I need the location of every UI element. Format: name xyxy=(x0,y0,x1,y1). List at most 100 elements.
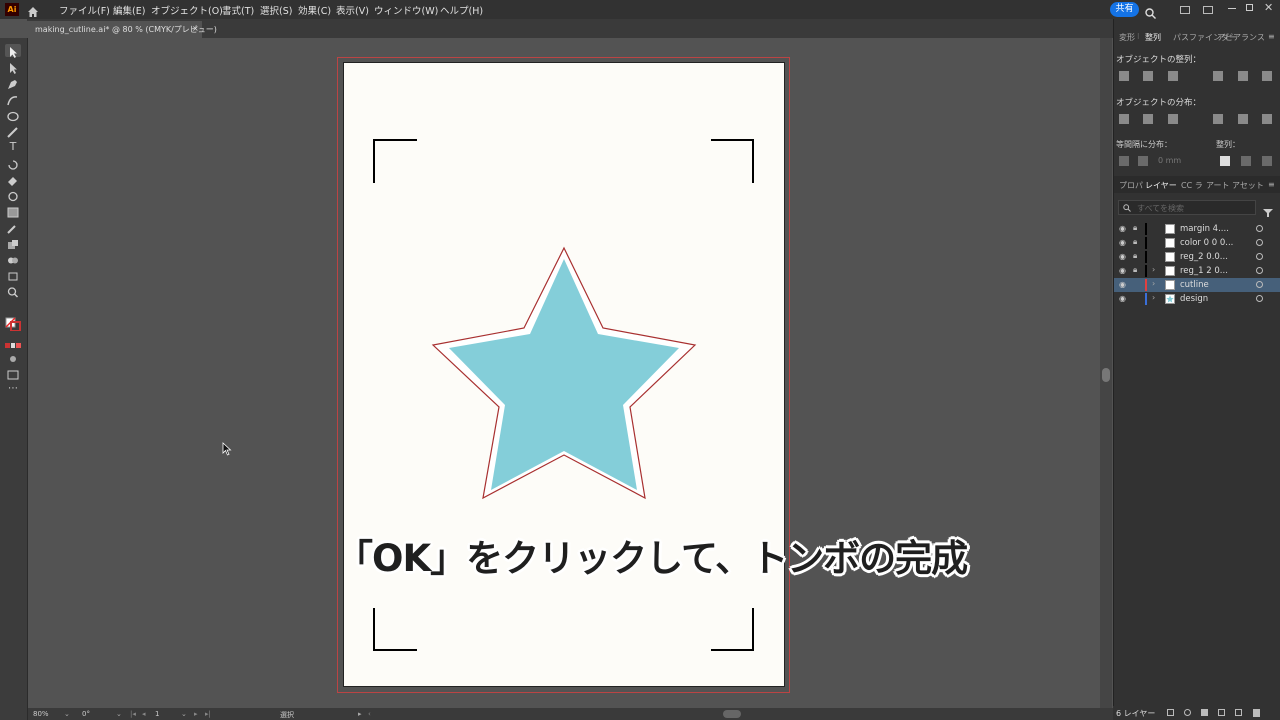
menu-edit[interactable]: 編集(E) xyxy=(113,3,145,17)
artboard-tool-icon[interactable] xyxy=(5,268,21,281)
spacing-value-field[interactable]: 0 mm xyxy=(1158,156,1181,165)
share-button[interactable]: 共有 xyxy=(1110,2,1139,17)
shape-builder-tool-icon[interactable] xyxy=(5,252,21,265)
layer-row[interactable]: ◉ 🔒︎ color 0 0 0... xyxy=(1114,236,1280,250)
drawing-mode-icon[interactable] xyxy=(5,349,21,362)
vertical-scrollbar-thumb[interactable] xyxy=(1102,368,1110,382)
zoom-dropdown-icon[interactable]: ⌄ xyxy=(64,710,70,718)
distribute-hspace-icon[interactable] xyxy=(1138,156,1148,166)
eyedropper-tool-icon[interactable] xyxy=(5,220,21,234)
target-circle-icon[interactable] xyxy=(1256,295,1263,302)
align-left-icon[interactable] xyxy=(1119,71,1129,81)
status-menu-icon[interactable]: ▸ xyxy=(358,710,362,718)
layer-row[interactable]: ◉ › design xyxy=(1114,292,1280,306)
search-icon[interactable] xyxy=(1145,4,1156,19)
distribute-vspace-icon[interactable] xyxy=(1119,156,1129,166)
type-tool-icon[interactable]: T xyxy=(5,140,21,153)
gradient-tool-icon[interactable] xyxy=(5,204,21,218)
distribute-hcenter-icon[interactable] xyxy=(1238,114,1248,124)
rotation-value[interactable]: 0° xyxy=(82,710,90,718)
visibility-eye-icon[interactable]: ◉ xyxy=(1119,294,1126,303)
tab-appearance[interactable]: アピアランス xyxy=(1217,32,1265,43)
close-tab-icon[interactable]: × xyxy=(192,24,199,33)
lock-icon[interactable]: 🔒︎ xyxy=(1133,265,1137,275)
menu-effect[interactable]: 効果(C) xyxy=(298,3,331,17)
zoom-level[interactable]: 80% xyxy=(33,710,49,718)
expand-arrow-icon[interactable]: › xyxy=(1152,293,1155,302)
tab-artboards[interactable]: アート xyxy=(1206,180,1230,191)
tab-properties[interactable]: プロパ xyxy=(1119,180,1143,191)
layer-search-field[interactable]: すべてを検索 xyxy=(1118,200,1256,215)
direct-selection-tool-icon[interactable] xyxy=(5,60,21,74)
distribute-right-icon[interactable] xyxy=(1262,114,1272,124)
align-to-key-object-icon[interactable] xyxy=(1220,156,1230,166)
align-to-selection-icon[interactable] xyxy=(1262,156,1272,166)
lock-icon[interactable]: 🔒︎ xyxy=(1133,237,1137,247)
screen-mode-icon[interactable] xyxy=(5,365,21,380)
more-tools-icon[interactable]: ⋯ xyxy=(5,384,21,398)
prev-artboard-icon[interactable]: ◂ xyxy=(142,710,146,718)
align-hcenter-icon[interactable] xyxy=(1143,71,1153,81)
restore-icon[interactable] xyxy=(1246,4,1253,11)
horizontal-scrollbar-thumb[interactable] xyxy=(723,710,741,718)
fill-stroke-swatch[interactable] xyxy=(5,316,21,332)
layer-row[interactable]: ◉ 🔒︎ margin 4.... xyxy=(1114,222,1280,236)
close-window-icon[interactable]: ✕ xyxy=(1264,1,1273,14)
visibility-eye-icon[interactable]: ◉ xyxy=(1119,224,1126,233)
align-bottom-icon[interactable] xyxy=(1262,71,1272,81)
target-circle-icon[interactable] xyxy=(1256,267,1263,274)
tab-align[interactable]: 整列 xyxy=(1145,32,1161,43)
target-circle-icon[interactable] xyxy=(1256,281,1263,288)
visibility-eye-icon[interactable]: ◉ xyxy=(1119,238,1126,247)
align-right-icon[interactable] xyxy=(1168,71,1178,81)
align-to-artboard-icon[interactable] xyxy=(1241,156,1251,166)
last-artboard-icon[interactable]: ▸| xyxy=(205,710,211,718)
align-vcenter-icon[interactable] xyxy=(1238,71,1248,81)
warp-tool-icon[interactable] xyxy=(5,188,21,202)
tab-layers[interactable]: レイヤー xyxy=(1145,180,1177,191)
rotate-tool-icon[interactable] xyxy=(5,156,21,170)
hscroll-left-icon[interactable]: ‹ xyxy=(368,710,371,718)
layer-row[interactable]: ◉ 🔒︎ › reg_1 2 0... xyxy=(1114,264,1280,278)
target-circle-icon[interactable] xyxy=(1256,225,1263,232)
locate-object-icon[interactable] xyxy=(1184,709,1191,716)
menu-file[interactable]: ファイル(F) xyxy=(59,3,110,17)
tab-cc-libraries[interactable]: CC ラ xyxy=(1181,180,1203,191)
tab-assets[interactable]: アセット xyxy=(1232,180,1264,191)
layers-panel-menu-icon[interactable]: ≡ xyxy=(1268,180,1275,189)
visibility-eye-icon[interactable]: ◉ xyxy=(1119,266,1126,275)
new-layer-icon[interactable] xyxy=(1235,709,1242,716)
zoom-tool-icon[interactable] xyxy=(5,284,21,298)
arrange-documents-icon[interactable] xyxy=(1180,6,1190,14)
artboard-dropdown-icon[interactable]: ⌄ xyxy=(181,710,187,718)
layer-row[interactable]: ◉ 🔒︎ reg_2 0.0... xyxy=(1114,250,1280,264)
menu-object[interactable]: オブジェクト(O) xyxy=(151,3,223,17)
artboard[interactable] xyxy=(343,62,785,687)
artboard-number[interactable]: 1 xyxy=(155,710,159,718)
filter-icon[interactable] xyxy=(1263,203,1273,217)
ellipse-tool-icon[interactable] xyxy=(5,108,21,122)
export-icon[interactable] xyxy=(1167,709,1174,716)
expand-arrow-icon[interactable]: › xyxy=(1152,265,1155,274)
home-icon[interactable] xyxy=(27,3,39,17)
selection-tool-icon[interactable] xyxy=(5,44,21,58)
brush-tool-icon[interactable] xyxy=(5,124,21,138)
menu-view[interactable]: 表示(V) xyxy=(336,3,369,17)
curvature-tool-icon[interactable] xyxy=(5,92,21,106)
new-sublayer-icon[interactable] xyxy=(1218,709,1225,716)
menu-type[interactable]: 書式(T) xyxy=(222,3,254,17)
align-top-icon[interactable] xyxy=(1213,71,1223,81)
distribute-top-icon[interactable] xyxy=(1119,114,1129,124)
layer-row[interactable]: ◉ › cutline xyxy=(1114,278,1280,292)
expand-arrow-icon[interactable]: › xyxy=(1152,279,1155,288)
visibility-eye-icon[interactable]: ◉ xyxy=(1119,252,1126,261)
clipping-mask-icon[interactable] xyxy=(1201,709,1208,716)
menu-window[interactable]: ウィンドウ(W) xyxy=(374,3,438,17)
blend-tool-icon[interactable] xyxy=(5,236,21,249)
tab-transform[interactable]: 変形 xyxy=(1119,32,1135,43)
visibility-eye-icon[interactable]: ◉ xyxy=(1119,280,1126,289)
lock-icon[interactable]: 🔒︎ xyxy=(1133,223,1137,233)
target-circle-icon[interactable] xyxy=(1256,253,1263,260)
lock-icon[interactable]: 🔒︎ xyxy=(1133,251,1137,261)
color-mode-icons[interactable] xyxy=(5,335,21,348)
